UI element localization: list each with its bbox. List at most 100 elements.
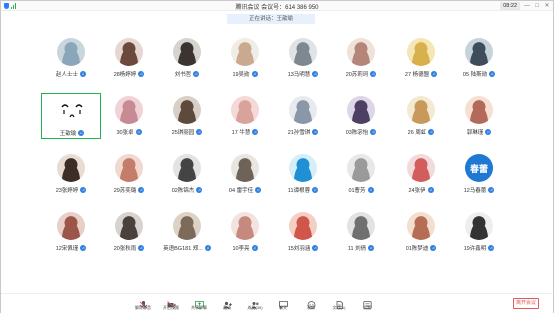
participant-tile[interactable]: 赵人士士 ♫ xyxy=(41,35,101,81)
participant-name: 02陈锦杰 xyxy=(171,188,195,194)
toolbar-label: 邀请 xyxy=(223,305,231,310)
leave-meeting-button[interactable]: 离开会议 xyxy=(513,298,539,309)
avatar xyxy=(115,96,143,124)
participant-name: 11 刘倩 xyxy=(347,246,367,252)
participant-tile[interactable]: 25琪丽园 ♫ xyxy=(157,93,217,139)
participant-tile[interactable]: 英语BG181 郑... ♫ xyxy=(157,209,217,255)
participant-tile[interactable]: 24张伊 ♫ xyxy=(391,151,451,197)
mic-status-icon: ♫ xyxy=(430,245,437,251)
participant-tile[interactable]: 17 牛慧 ♫ xyxy=(215,93,275,139)
participant-name: 15刘羽涵 xyxy=(287,246,311,252)
invite-icon xyxy=(223,296,232,309)
toolbar-share-screen-button[interactable]: 共享屏幕 xyxy=(187,295,211,313)
toolbar-invite-button[interactable]: 邀请 xyxy=(215,295,239,313)
mic-status-icon: ♫ xyxy=(204,245,211,251)
avatar xyxy=(173,38,201,66)
participant-tile[interactable]: 28杨婷婷 ♫ xyxy=(99,35,159,81)
participant-name: 19许鑫明 xyxy=(463,246,487,252)
mic-status-icon: ♫ xyxy=(138,71,145,77)
avatar xyxy=(465,212,493,240)
participant-tile[interactable]: 23张婷婷 ♫ xyxy=(41,151,101,197)
participant-tile[interactable]: 王歆瑜 ♫ xyxy=(41,93,101,139)
participant-name: 10李亮 xyxy=(232,246,250,252)
avatar xyxy=(347,96,375,124)
participant-tile[interactable]: 03陈宓怡 ♫ xyxy=(331,93,391,139)
avatar xyxy=(407,212,435,240)
participant-name: 23张婷婷 xyxy=(55,188,79,194)
avatar xyxy=(407,154,435,182)
camera-off-icon xyxy=(166,296,176,309)
participant-tile[interactable]: 20张秋雨 ♫ xyxy=(99,209,159,255)
participant-name-row: 15刘羽涵 ♫ xyxy=(273,244,333,252)
mic-status-icon: ♫ xyxy=(251,71,258,77)
participant-name-row: 10李亮 ♫ xyxy=(215,244,275,252)
mic-status-icon: ♫ xyxy=(368,245,375,251)
avatar xyxy=(347,154,375,182)
participant-tile[interactable]: 29苏奕璐 ♫ xyxy=(99,151,159,197)
participant-tile[interactable]: 05 陆斯勋 ♫ xyxy=(449,35,509,81)
participant-name: 郭琳瑾 xyxy=(466,130,484,136)
toolbar-settings-button[interactable]: 设置 xyxy=(355,295,379,313)
participant-tile[interactable]: 11 刘倩 ♫ xyxy=(331,209,391,255)
participant-name-row: 25琪丽园 ♫ xyxy=(157,128,217,136)
participant-tile[interactable]: 11谭根蓉 ♫ xyxy=(273,151,333,197)
toolbar-members-button[interactable]: 成员(39) xyxy=(243,295,267,313)
participant-tile[interactable]: 01陈梦迪 ♫ xyxy=(391,209,451,255)
settings-icon xyxy=(362,296,372,309)
participant-tile[interactable]: 12宋佩瑾 ♫ xyxy=(41,209,101,255)
participant-tile[interactable]: 刘书哲 ♫ xyxy=(157,35,217,81)
mic-status-icon: ♫ xyxy=(135,129,142,135)
avatar xyxy=(231,212,259,240)
avatar xyxy=(407,96,435,124)
participant-tile[interactable]: 30张卓 ♫ xyxy=(99,93,159,139)
avatar xyxy=(115,212,143,240)
mic-status-icon: ♫ xyxy=(312,245,319,251)
toolbar-chat-button[interactable]: 聊天 xyxy=(271,295,295,313)
participant-name: 13马明慧 xyxy=(287,72,311,78)
avatar xyxy=(347,212,375,240)
participant-tile[interactable]: 春蕾 12马春蕾 ♫ xyxy=(449,151,509,197)
participant-tile[interactable]: 02陈锦杰 ♫ xyxy=(157,151,217,197)
participant-name: 12马春蕾 xyxy=(463,188,487,194)
participant-name-row: 26 周虹 ♫ xyxy=(391,128,451,136)
participant-name: 英语BG181 郑... xyxy=(163,246,203,252)
mic-status-icon: ♫ xyxy=(427,187,434,193)
avatar xyxy=(57,38,85,66)
participant-tile[interactable]: 27 杨德盟 ♫ xyxy=(391,35,451,81)
participant-tile[interactable]: 26 周虹 ♫ xyxy=(391,93,451,139)
participant-tile[interactable]: 20苏莉珂 ♫ xyxy=(331,35,391,81)
share-screen-icon xyxy=(194,296,204,309)
participant-name: 29苏奕璐 xyxy=(113,188,137,194)
toolbar-emoji-button[interactable]: 表情 xyxy=(299,295,323,313)
toolbar-mic-muted-button[interactable]: 解除静音 xyxy=(131,295,155,313)
participant-name: 26 周虹 xyxy=(407,130,427,136)
participant-name-row: 05 陆斯勋 ♫ xyxy=(449,70,509,78)
participant-name: 17 牛慧 xyxy=(231,130,251,136)
avatar xyxy=(289,96,317,124)
participant-name-row: 王歆瑜 ♫ xyxy=(42,129,102,137)
participant-tile[interactable]: 13马明慧 ♫ xyxy=(273,35,333,81)
participant-tile[interactable]: 21孙雪琪 ♫ xyxy=(273,93,333,139)
participant-tile[interactable]: 15刘羽涵 ♫ xyxy=(273,209,333,255)
participant-name: 05 陆斯勋 xyxy=(462,72,488,78)
chat-icon xyxy=(278,296,288,310)
participant-tile[interactable]: 19吴勋 ♫ xyxy=(215,35,275,81)
toolbar-camera-off-button[interactable]: 开启视频 xyxy=(159,295,183,313)
avatar xyxy=(173,212,201,240)
participant-name: 27 杨德盟 xyxy=(404,72,430,78)
participant-tile[interactable]: 郭琳瑾 ♫ xyxy=(449,93,509,139)
participant-tile[interactable]: 19许鑫明 ♫ xyxy=(449,209,509,255)
participant-name-row: 19吴勋 ♫ xyxy=(215,70,275,78)
mic-status-icon: ♫ xyxy=(367,187,374,193)
participant-name-row: 01陈梦迪 ♫ xyxy=(391,244,451,252)
participant-tile[interactable]: 04 雷宇佳 ♫ xyxy=(215,151,275,197)
toolbar-document-button[interactable]: 文档(1) xyxy=(327,295,351,313)
participant-name: 19吴勋 xyxy=(232,72,250,78)
avatar xyxy=(289,154,317,182)
avatar xyxy=(465,96,493,124)
avatar xyxy=(173,154,201,182)
participant-grid: 赵人士士 ♫ 28杨婷婷 ♫ 刘书哲 ♫ 19吴勋 ♫ 13马明慧 ♫ 20苏莉珂 ♫ 27 杨德盟 ♫ 0… xyxy=(1,1,554,313)
participant-tile[interactable]: 10李亮 ♫ xyxy=(215,209,275,255)
participant-tile[interactable]: 01曹芳 ♫ xyxy=(331,151,391,197)
avatar xyxy=(231,38,259,66)
